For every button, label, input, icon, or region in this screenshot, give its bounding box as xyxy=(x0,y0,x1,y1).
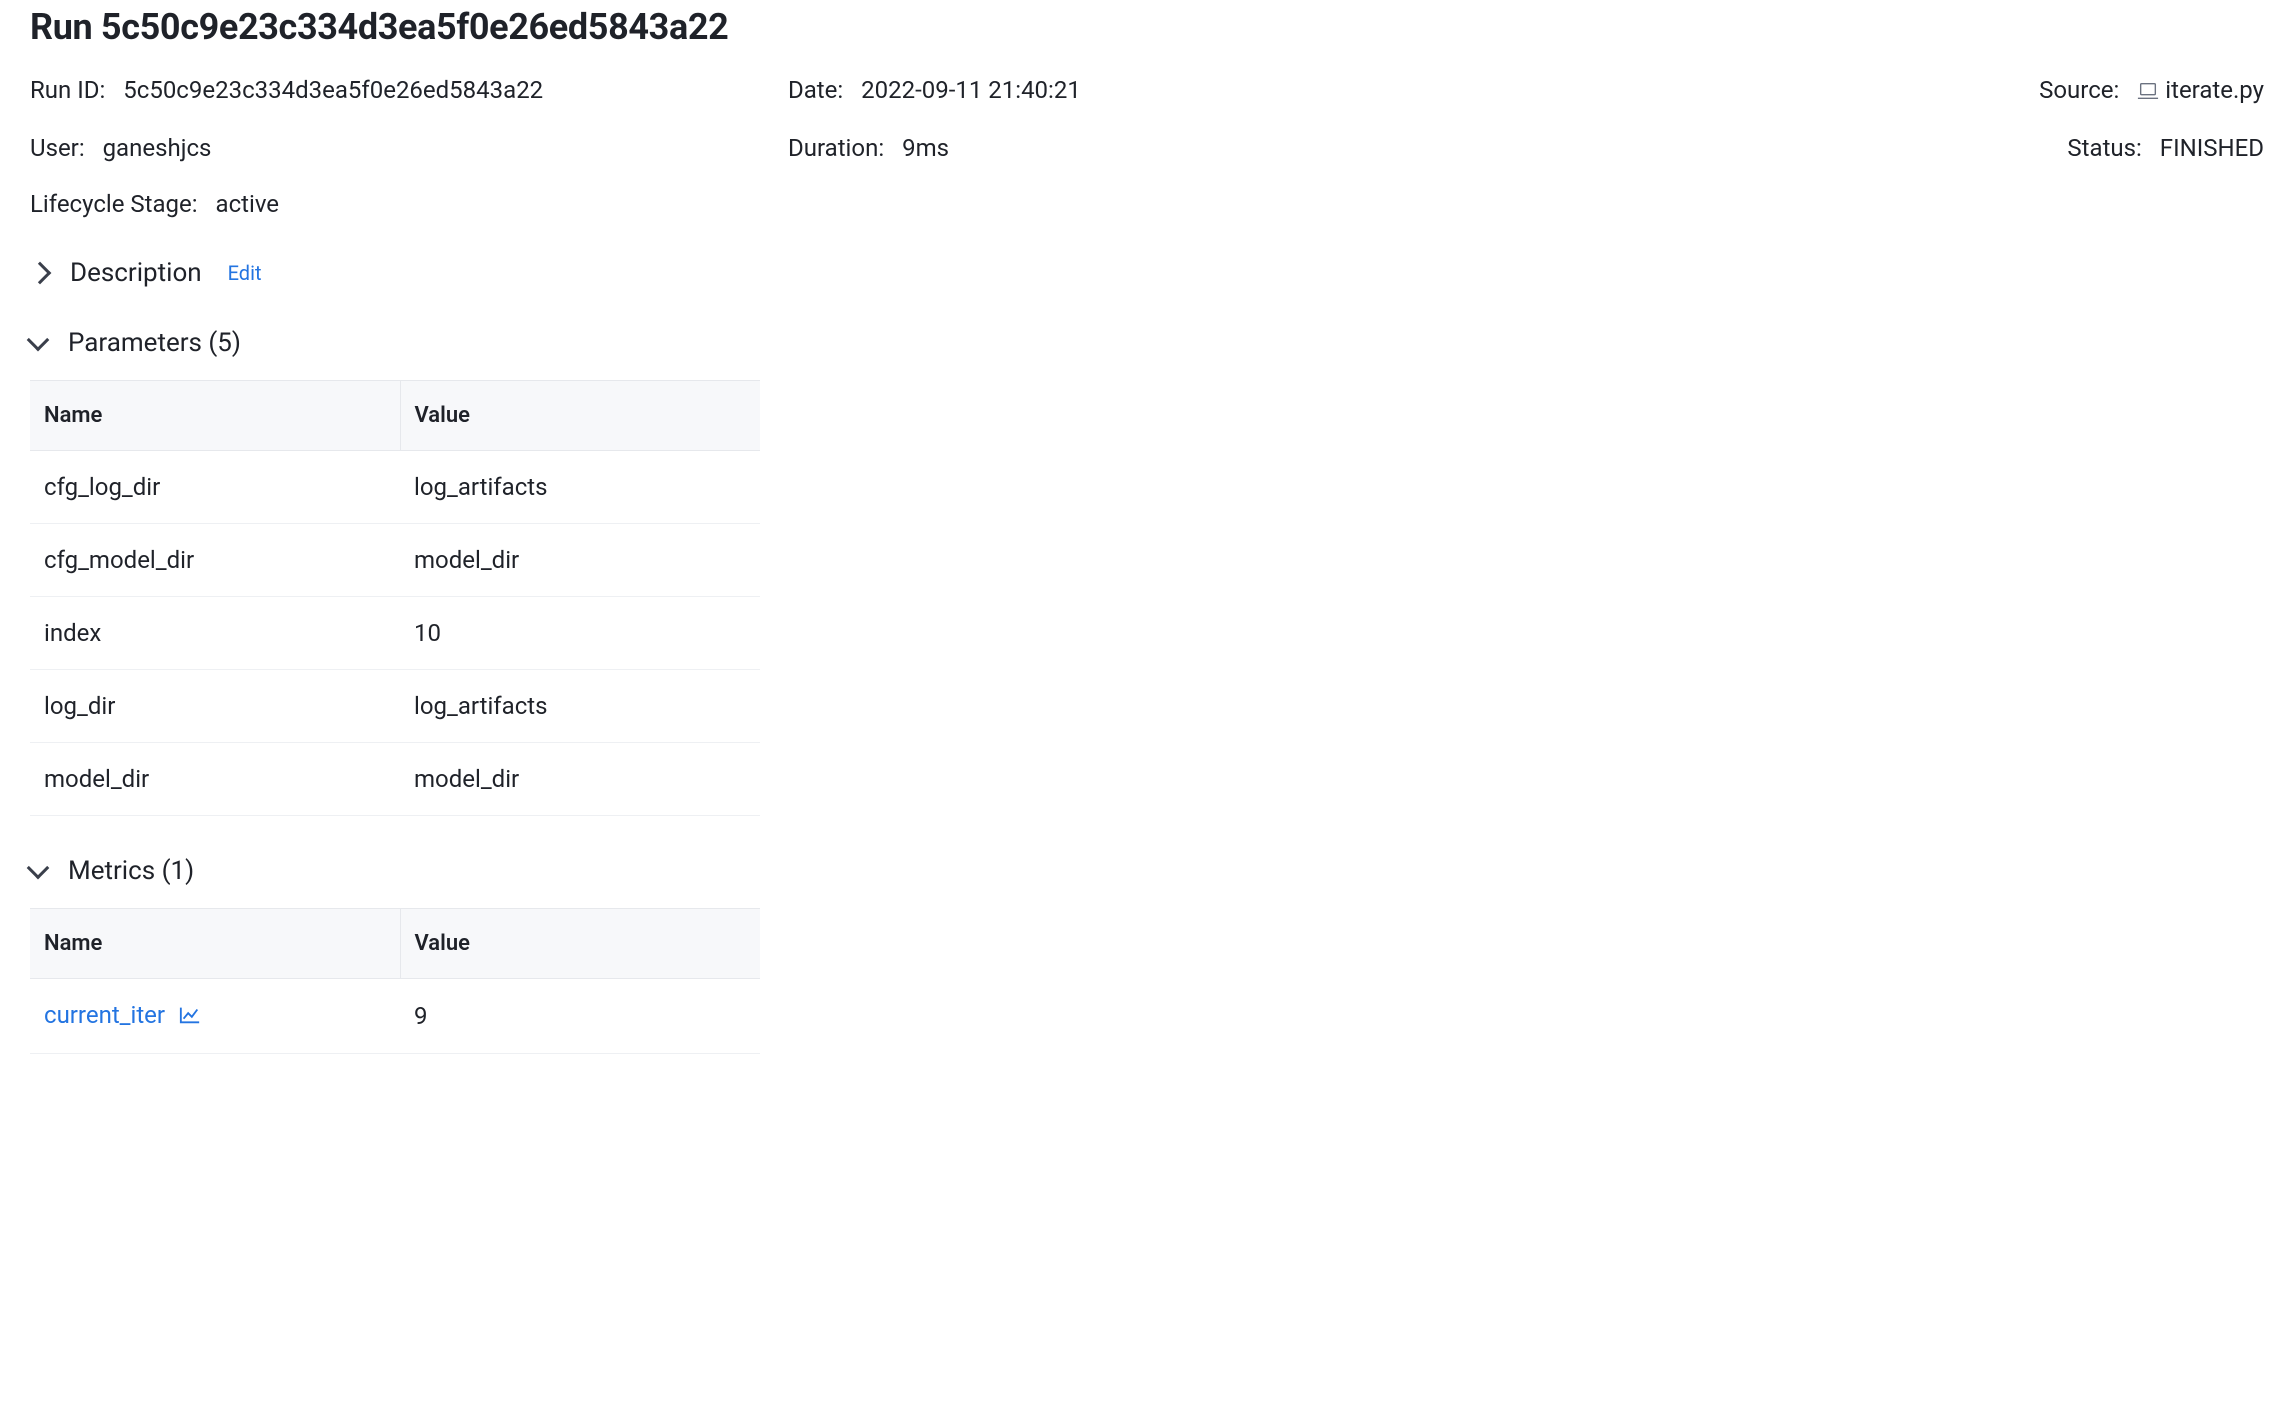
meta-source: Source iterate.py xyxy=(2039,76,2264,106)
meta-user: User ganeshjcs xyxy=(30,134,748,162)
param-value: model_dir xyxy=(400,524,760,597)
meta-date-value: 2022-09-11 21:40:21 xyxy=(861,76,1081,104)
meta-duration-label: Duration xyxy=(788,134,886,162)
parameters-toggle[interactable]: Parameters (5) xyxy=(30,328,2264,358)
metrics-col-value[interactable]: Value xyxy=(400,909,760,979)
description-toggle[interactable]: Description Edit xyxy=(30,258,2264,288)
meta-date: Date 2022-09-11 21:40:21 xyxy=(788,76,1506,106)
meta-duration: Duration 9ms xyxy=(788,134,1506,162)
meta-lifecycle-label: Lifecycle Stage xyxy=(30,190,200,218)
param-name: log_dir xyxy=(30,670,400,743)
meta-source-value[interactable]: iterate.py xyxy=(2165,76,2264,104)
metrics-table: Name Value current_iter 9 xyxy=(30,908,760,1054)
param-name: cfg_model_dir xyxy=(30,524,400,597)
param-value: 10 xyxy=(400,597,760,670)
run-metadata: Run ID 5c50c9e23c334d3ea5f0e26ed5843a22 … xyxy=(30,76,2264,218)
parameters-table: Name Value cfg_log_dir log_artifacts cfg… xyxy=(30,380,760,816)
table-row: log_dir log_artifacts xyxy=(30,670,760,743)
meta-source-label: Source xyxy=(2039,76,2121,104)
meta-run-id: Run ID 5c50c9e23c334d3ea5f0e26ed5843a22 xyxy=(30,76,748,106)
parameters-section: Parameters (5) Name Value cfg_log_dir lo… xyxy=(30,328,2264,816)
param-value: log_artifacts xyxy=(400,670,760,743)
metrics-title: Metrics (1) xyxy=(68,856,194,886)
chevron-right-icon xyxy=(29,262,52,285)
meta-lifecycle-value: active xyxy=(216,190,280,218)
meta-date-label: Date xyxy=(788,76,845,104)
metrics-col-name[interactable]: Name xyxy=(30,909,400,979)
description-title: Description xyxy=(70,258,202,288)
meta-run-id-label: Run ID xyxy=(30,76,107,104)
meta-status: Status FINISHED xyxy=(2067,134,2264,162)
chart-icon[interactable] xyxy=(179,1003,201,1031)
param-value: log_artifacts xyxy=(400,451,760,524)
table-row: model_dir model_dir xyxy=(30,743,760,816)
meta-user-label: User xyxy=(30,134,87,162)
metric-link[interactable]: current_iter xyxy=(44,1001,165,1029)
parameters-title: Parameters (5) xyxy=(68,328,241,358)
param-value: model_dir xyxy=(400,743,760,816)
metrics-toggle[interactable]: Metrics (1) xyxy=(30,856,2264,886)
meta-status-label: Status xyxy=(2067,134,2143,162)
chevron-down-icon xyxy=(27,329,50,352)
meta-duration-value: 9ms xyxy=(902,134,949,162)
parameters-col-name[interactable]: Name xyxy=(30,381,400,451)
chevron-down-icon xyxy=(27,857,50,880)
param-name: index xyxy=(30,597,400,670)
param-name: cfg_log_dir xyxy=(30,451,400,524)
metric-value: 9 xyxy=(400,979,760,1054)
laptop-icon xyxy=(2137,78,2159,106)
table-row: cfg_model_dir model_dir xyxy=(30,524,760,597)
table-row: cfg_log_dir log_artifacts xyxy=(30,451,760,524)
table-row: index 10 xyxy=(30,597,760,670)
meta-lifecycle: Lifecycle Stage active xyxy=(30,190,748,218)
page-title: Run 5c50c9e23c334d3ea5f0e26ed5843a22 xyxy=(30,6,2264,48)
meta-status-value: FINISHED xyxy=(2160,134,2264,162)
description-section: Description Edit xyxy=(30,258,2264,288)
table-row: current_iter 9 xyxy=(30,979,760,1054)
meta-user-value: ganeshjcs xyxy=(103,134,212,162)
metrics-section: Metrics (1) Name Value current_iter 9 xyxy=(30,856,2264,1054)
parameters-col-value[interactable]: Value xyxy=(400,381,760,451)
meta-run-id-value: 5c50c9e23c334d3ea5f0e26ed5843a22 xyxy=(123,76,543,104)
param-name: model_dir xyxy=(30,743,400,816)
description-edit-link[interactable]: Edit xyxy=(228,261,262,285)
